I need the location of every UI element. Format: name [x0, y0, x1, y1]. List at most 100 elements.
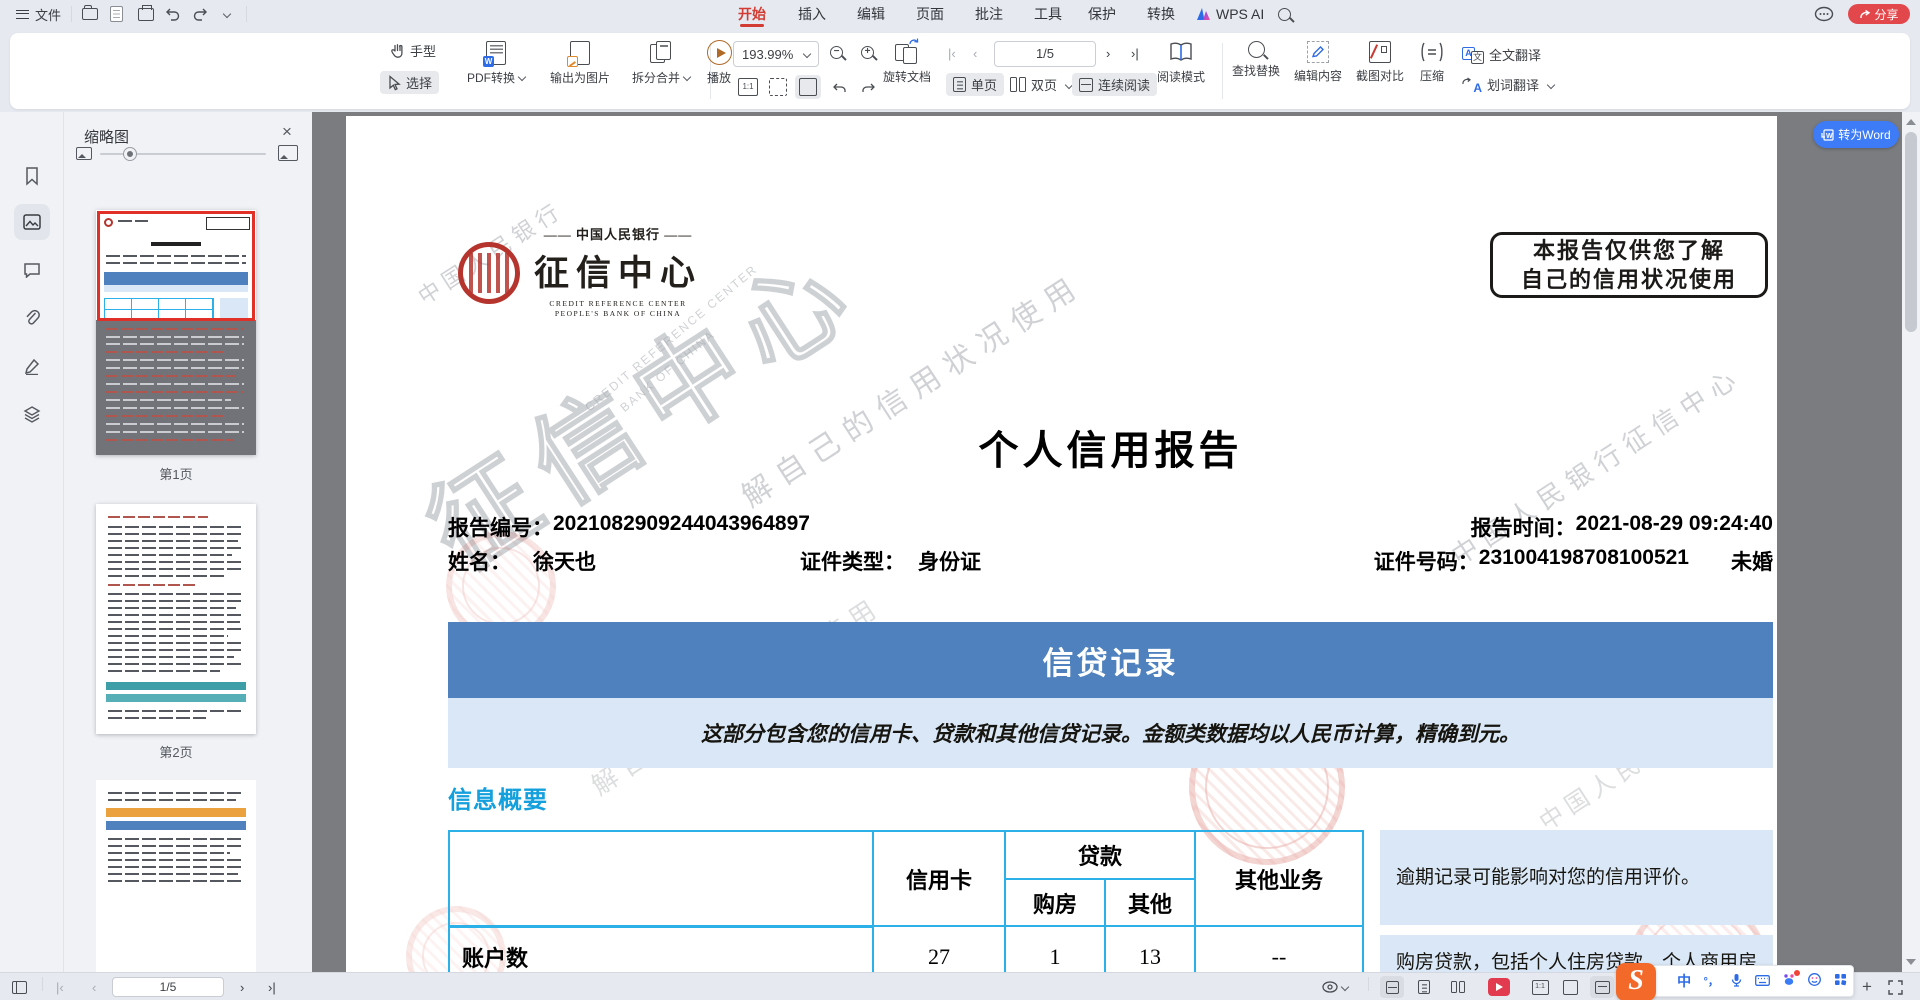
status-continuous-read-button[interactable]: [1380, 976, 1404, 998]
ime-toolbox-button[interactable]: [1834, 973, 1847, 989]
full-translate-button[interactable]: A 文 全文翻译: [1462, 45, 1541, 64]
tab-tools[interactable]: 工具: [1034, 0, 1062, 28]
scroll-down-arrow[interactable]: [1906, 959, 1916, 965]
prev-page-button[interactable]: ‹: [973, 46, 977, 61]
first-page-button[interactable]: |‹: [948, 46, 956, 61]
split-merge-button[interactable]: 拆分合并: [623, 41, 699, 86]
attachments-panel-button[interactable]: [14, 300, 50, 336]
continuous-read-button[interactable]: 连续阅读: [1072, 73, 1157, 96]
comments-panel-button[interactable]: [14, 252, 50, 288]
scrollbar-thumb[interactable]: [1905, 132, 1917, 332]
file-menu[interactable]: 文件: [16, 0, 61, 28]
pdf-convert-button[interactable]: W PDF转换: [455, 41, 537, 86]
double-page-button[interactable]: 双页: [1010, 75, 1072, 94]
sidebar-toggle-button[interactable]: [12, 973, 27, 1000]
thumbnail-page-2[interactable]: [96, 504, 256, 734]
status-prev-page-button[interactable]: ‹: [92, 973, 96, 1000]
vertical-scrollbar[interactable]: [1902, 112, 1920, 972]
open-button[interactable]: [82, 0, 98, 28]
notice-line-2: 自己的信用状况使用: [1521, 265, 1737, 294]
print-button[interactable]: [138, 0, 154, 28]
slider-knob[interactable]: [124, 148, 136, 160]
thumb-size-slider[interactable]: [100, 153, 266, 155]
status-page-indicator[interactable]: 1/5: [112, 977, 224, 997]
read-mode-button[interactable]: 阅读模式: [1152, 40, 1210, 85]
layers-panel-button[interactable]: [14, 396, 50, 432]
zoom-level-select[interactable]: 193.99%: [733, 41, 819, 67]
panel-close-button[interactable]: ×: [282, 122, 292, 142]
redo-button[interactable]: [192, 0, 208, 28]
rotate-right-button[interactable]: [855, 75, 881, 99]
export-image-button[interactable]: 输出为图片: [537, 41, 623, 86]
view-settings-button[interactable]: [1322, 973, 1348, 1000]
status-single-page-button[interactable]: [1412, 976, 1436, 998]
sign-panel-button[interactable]: [14, 348, 50, 384]
edit-content-button[interactable]: 编辑内容: [1290, 41, 1346, 84]
tab-comment[interactable]: 批注: [975, 0, 1003, 28]
tab-page[interactable]: 页面: [916, 0, 944, 28]
tab-edit[interactable]: 编辑: [857, 0, 885, 28]
sogou-ime-logo[interactable]: S: [1616, 963, 1656, 1000]
actual-size-button[interactable]: 1:1: [735, 75, 761, 99]
share-button[interactable]: 分享: [1848, 4, 1910, 24]
zoom-out-button[interactable]: −: [830, 46, 843, 59]
single-page-button[interactable]: 单页: [946, 73, 1004, 96]
fit-page-button[interactable]: [765, 75, 791, 99]
rotate-document-button[interactable]: 旋转文档: [878, 40, 936, 85]
fit-page-icon: [1563, 980, 1578, 995]
find-replace-button[interactable]: 查找替换: [1228, 41, 1284, 79]
status-next-page-button[interactable]: ›: [240, 973, 244, 1000]
fit-width-button[interactable]: [795, 75, 821, 99]
zoom-in-button[interactable]: +: [861, 46, 874, 59]
select-tool-button[interactable]: 选择: [380, 71, 439, 94]
compress-button[interactable]: 压缩: [1410, 41, 1454, 84]
scroll-up-arrow[interactable]: [1906, 119, 1916, 125]
page-indicator-input[interactable]: 1/5: [994, 41, 1096, 67]
tab-convert[interactable]: 转换: [1147, 0, 1175, 28]
tab-wps-ai[interactable]: WPS AI: [1196, 0, 1264, 28]
word-translate-button[interactable]: A 划词翻译: [1462, 75, 1554, 94]
status-last-page-button[interactable]: ›|: [268, 973, 276, 1000]
ime-punctuation-toggle[interactable]: °，: [1704, 973, 1719, 989]
tab-protect[interactable]: 保护: [1088, 0, 1116, 28]
ime-mic-button[interactable]: [1731, 973, 1742, 990]
ime-mode-toggle[interactable]: 中: [1677, 971, 1691, 991]
section-banner: 信贷记录: [448, 622, 1773, 698]
pdf-page-1[interactable]: 征信中心 CREDIT REFERENCE CENTER BANK OF CHI…: [346, 116, 1777, 972]
screenshot-compare-button[interactable]: 截图对比: [1352, 41, 1408, 84]
menu-search-button[interactable]: [1278, 0, 1291, 28]
fullscreen-button[interactable]: [1888, 973, 1903, 1000]
bookmark-icon: [24, 166, 40, 186]
quick-access-dropdown[interactable]: [220, 0, 230, 28]
ime-emoji-button[interactable]: [1808, 973, 1821, 989]
emoji-icon: [1808, 973, 1821, 986]
convert-to-word-button[interactable]: W 转为Word: [1813, 121, 1899, 148]
document-viewport[interactable]: 征信中心 CREDIT REFERENCE CENTER BANK OF CHI…: [312, 112, 1902, 972]
status-double-page-button[interactable]: [1446, 976, 1470, 998]
last-page-button[interactable]: ›|: [1131, 46, 1139, 61]
ime-keyboard-button[interactable]: [1755, 973, 1770, 989]
tab-insert[interactable]: 插入: [798, 0, 826, 28]
rotate-left-button[interactable]: [827, 75, 853, 99]
thumbnail-page-1[interactable]: [96, 210, 256, 455]
ime-toolbar[interactable]: 中 °，: [1648, 965, 1854, 997]
undo-button[interactable]: [165, 0, 181, 28]
next-page-button[interactable]: ›: [1106, 46, 1110, 61]
status-fit-width-button[interactable]: [1590, 976, 1614, 998]
thumb-viewport-indicator[interactable]: [97, 211, 255, 321]
status-first-page-button[interactable]: |‹: [56, 973, 64, 1000]
thumbnail-page-3[interactable]: [96, 780, 256, 972]
ime-skin-button[interactable]: [1782, 973, 1796, 989]
status-actual-size-button[interactable]: 1:1: [1528, 976, 1552, 998]
fit-page-icon: [769, 78, 787, 96]
hand-tool-button[interactable]: 手型: [388, 41, 436, 60]
save-button[interactable]: [110, 0, 123, 28]
status-fit-page-button[interactable]: [1558, 976, 1582, 998]
bookmarks-panel-button[interactable]: [14, 158, 50, 194]
tab-home[interactable]: 开始: [738, 0, 766, 28]
status-play-button[interactable]: [1488, 973, 1510, 1000]
zoom-in-icon: +: [861, 46, 874, 59]
thumbnails-panel-button[interactable]: [14, 204, 50, 240]
status-zoom-in-button[interactable]: +: [1862, 973, 1872, 1000]
help-button[interactable]: [1814, 0, 1834, 28]
